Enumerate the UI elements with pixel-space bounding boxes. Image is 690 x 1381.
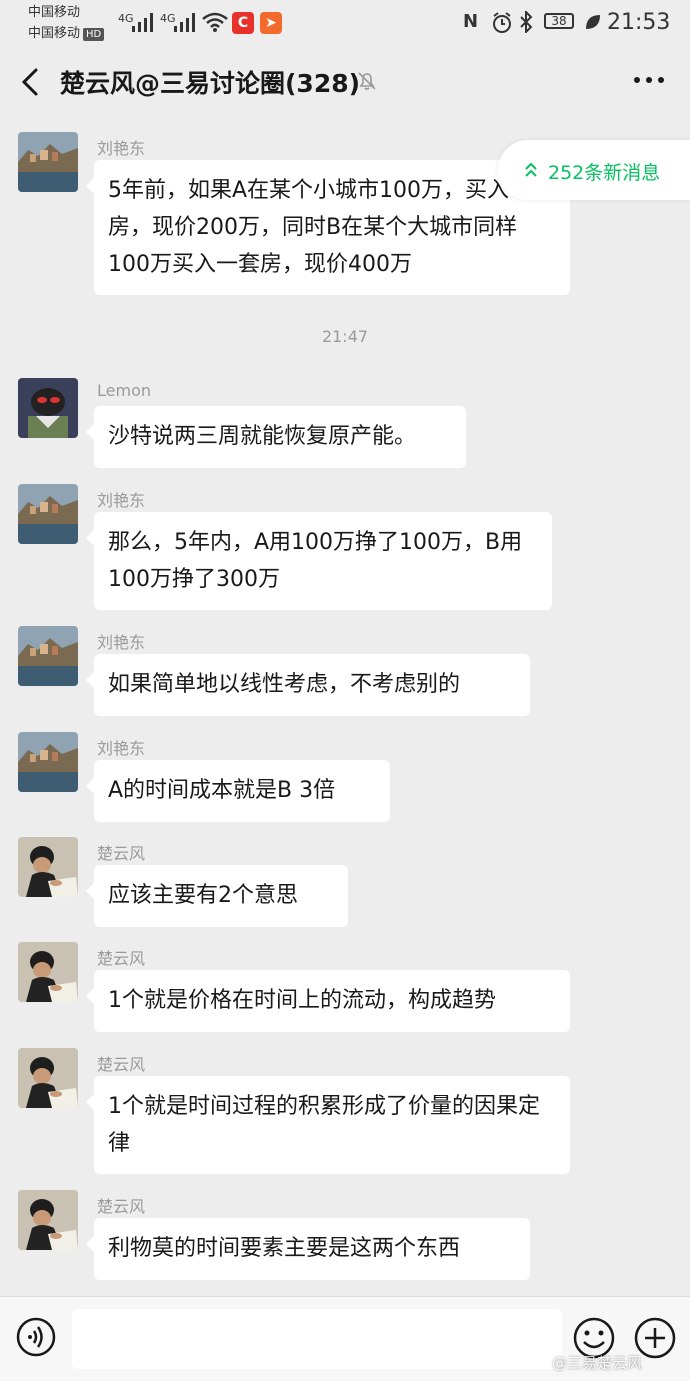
avatar-liuyandong[interactable]: [18, 732, 78, 792]
mute-bell-icon: [358, 72, 376, 90]
avatar-liuyandong[interactable]: [18, 626, 78, 686]
signal-bars-2-icon: [172, 12, 198, 32]
back-arrow-icon[interactable]: [16, 64, 46, 100]
avatar-chuyunfeng[interactable]: [18, 837, 78, 897]
carrier-2: 中国移动 HD: [28, 26, 105, 42]
message-input[interactable]: [72, 1309, 562, 1369]
signal-bars-1-icon: [130, 12, 156, 32]
hd-badge: HD: [83, 28, 105, 41]
message-bubble[interactable]: 1个就是时间过程的积累形成了价量的因果定律: [86, 1076, 570, 1174]
timestamp: 21:47: [321, 327, 369, 346]
app-c-icon: C: [232, 12, 254, 34]
avatar-chuyunfeng[interactable]: [18, 1190, 78, 1250]
sender-name: 楚云风: [97, 1197, 146, 1216]
sender-name: 楚云风: [97, 1055, 146, 1074]
status-bar: 中国移动 中国移动 HD 4G 4G C ➤ N 38 21:53: [0, 0, 690, 48]
leaf-icon: [586, 15, 600, 29]
sender-name: 楚云风: [97, 949, 146, 968]
avatar-liuyandong[interactable]: [18, 132, 78, 192]
carrier-1: 中国移动: [28, 5, 81, 20]
avatar-lemon[interactable]: [18, 378, 78, 438]
watermark: @三易楚云风: [552, 1354, 643, 1372]
alarm-icon: [493, 12, 511, 33]
battery-indicator: 38: [544, 13, 574, 29]
wifi-icon: [202, 12, 228, 32]
chat-title: 楚云风@三易讨论圈(328): [60, 69, 361, 98]
sender-name: 刘艳东: [97, 739, 146, 758]
message-bubble[interactable]: 如果简单地以线性考虑，不考虑别的: [86, 654, 530, 716]
sender-name: 楚云风: [97, 844, 146, 863]
more-icon[interactable]: [632, 70, 666, 90]
avatar-liuyandong[interactable]: [18, 484, 78, 544]
sender-name: 刘艳东: [97, 139, 146, 158]
new-messages-label: 252条新消息: [548, 162, 661, 184]
voice-icon[interactable]: [16, 1317, 56, 1357]
new-messages-button[interactable]: 252条新消息: [498, 140, 690, 200]
avatar-chuyunfeng[interactable]: [18, 1048, 78, 1108]
message-bubble[interactable]: 1个就是价格在时间上的流动，构成趋势: [86, 970, 570, 1032]
message-bubble[interactable]: 沙特说两三周就能恢复原产能。: [86, 406, 466, 468]
sender-name: 刘艳东: [97, 633, 146, 652]
app-send-icon: ➤: [260, 12, 282, 34]
message-bubble[interactable]: A的时间成本就是B 3倍: [86, 760, 390, 822]
chat-header: 楚云风@三易讨论圈(328): [0, 48, 690, 116]
bluetooth-icon: [520, 11, 533, 33]
message-bubble[interactable]: 5年前，如果A在某个小城市100万，买入一套房，现价200万，同时B在某个大城市…: [86, 160, 570, 295]
avatar-chuyunfeng[interactable]: [18, 942, 78, 1002]
double-chevron-up-icon: [525, 162, 537, 177]
sender-name: 刘艳东: [97, 491, 146, 510]
message-bubble[interactable]: 利物莫的时间要素主要是这两个东西: [86, 1218, 530, 1280]
message-list[interactable]: 刘艳东 5年前，如果A在某个小城市100万，买入一套房，现价200万，同时B在某…: [0, 116, 690, 1296]
sender-name: Lemon: [97, 381, 151, 400]
nfc-icon: N: [463, 11, 479, 32]
message-bubble[interactable]: 应该主要有2个意思: [86, 865, 348, 927]
clock: 21:53: [607, 10, 671, 35]
message-bubble[interactable]: 那么，5年内，A用100万挣了100万，B用100万挣了300万: [86, 512, 552, 610]
